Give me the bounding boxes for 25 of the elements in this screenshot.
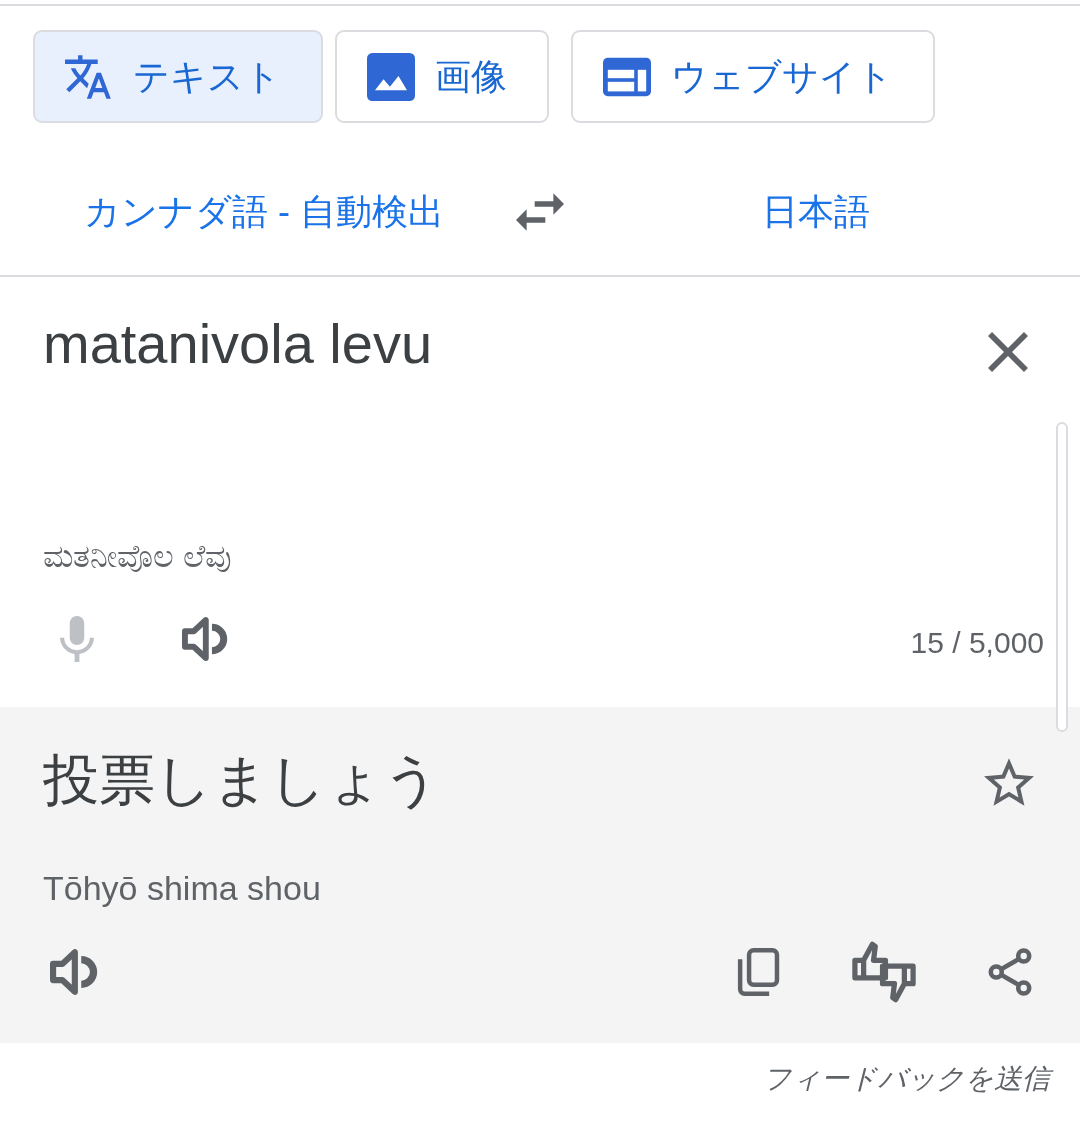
translation-text: 投票しましょう <box>43 747 440 813</box>
listen-button[interactable] <box>50 948 98 996</box>
source-text-field[interactable]: matanivola levu <box>40 310 840 380</box>
rate-translation-button[interactable] <box>852 940 916 1004</box>
mode-tab[interactable]: テキスト <box>33 30 323 123</box>
close-icon <box>988 332 1028 372</box>
image-icon <box>367 52 415 101</box>
source-language-button[interactable]: カンナダ語 - 自動検出 <box>84 190 444 234</box>
save-translation-button[interactable] <box>984 758 1034 806</box>
share-button[interactable] <box>986 948 1034 996</box>
mode-tab[interactable]: ウェブサイト <box>571 30 935 123</box>
translate-icon <box>65 52 113 101</box>
character-count: 15 / 5,000 <box>910 625 1044 661</box>
listen-button[interactable] <box>182 616 228 662</box>
target-language-button[interactable]: 日本語 <box>762 190 870 234</box>
star-icon <box>984 758 1034 806</box>
scrollbar[interactable] <box>1056 422 1068 732</box>
speaker-icon <box>50 948 98 996</box>
clear-text-button[interactable] <box>988 332 1028 372</box>
romanization-text: Tōhyō shima shou <box>43 868 321 909</box>
mode-tab[interactable]: 画像 <box>335 30 549 123</box>
thumbs-up-down-icon <box>852 940 916 1004</box>
share-icon <box>986 948 1034 996</box>
transliteration-text: ಮತನೀವೊಲ ಲೆವು <box>43 537 232 576</box>
speaker-icon <box>182 616 228 662</box>
